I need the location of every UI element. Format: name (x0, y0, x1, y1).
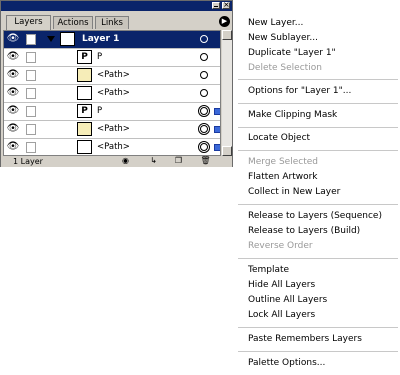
menu-separator (238, 258, 398, 259)
eye-icon[interactable]: 👁 (6, 142, 20, 152)
target-circle-icon[interactable] (200, 71, 208, 79)
palette-titlebar[interactable] (1, 0, 232, 11)
target-circle-icon[interactable] (198, 105, 210, 117)
eye-icon[interactable]: 👁 (6, 70, 20, 80)
item-name[interactable]: <Path> (97, 124, 130, 135)
layer-count: 1 Layer (13, 157, 43, 166)
tab-actions[interactable]: Actions (53, 16, 93, 29)
lock-toggle[interactable] (26, 142, 36, 153)
new-layer-icon[interactable]: ❐ (172, 156, 185, 166)
path-thumbnail (77, 122, 92, 136)
selection-square-icon[interactable] (214, 126, 220, 133)
lock-toggle[interactable] (26, 88, 36, 99)
item-name[interactable]: <Path> (97, 88, 130, 99)
menu-separator (238, 327, 398, 328)
scroll-down-icon[interactable] (222, 146, 232, 156)
layer-row-item[interactable]: 👁 <Path> (4, 121, 220, 139)
item-name[interactable]: <Path> (97, 70, 130, 81)
target-circle-icon[interactable] (198, 123, 210, 135)
layer-row-item[interactable]: 👁 <Path> (4, 67, 220, 85)
layer-row-item[interactable]: 👁 <Path> (4, 139, 220, 155)
menu-separator (238, 103, 398, 104)
menu-item-paste-remembers-layers[interactable]: Paste Remembers Layers (248, 334, 362, 345)
target-circle-icon[interactable] (198, 141, 210, 153)
target-circle-icon[interactable] (200, 53, 208, 61)
scroll-up-icon[interactable] (222, 30, 232, 40)
lock-toggle[interactable] (26, 106, 36, 117)
menu-item-delete-selection[interactable]: Delete Selection (248, 63, 322, 74)
menu-item-reverse-order[interactable]: Reverse Order (248, 241, 313, 252)
menu-item-new-layer[interactable]: New Layer... (248, 18, 303, 29)
eye-icon[interactable]: 👁 (6, 52, 20, 62)
lock-toggle[interactable] (26, 124, 36, 135)
menu-item-merge-selected[interactable]: Merge Selected (248, 157, 318, 168)
eye-icon[interactable]: 👁 (6, 88, 20, 98)
item-name[interactable]: P (97, 52, 102, 63)
palette-flyout-menu: New Layer... New Sublayer... Duplicate "… (235, 7, 400, 375)
path-thumbnail (77, 68, 92, 82)
target-circle-icon[interactable] (200, 89, 208, 97)
layer-row-item[interactable]: 👁 <Path> (4, 85, 220, 103)
triangle-down-icon[interactable] (47, 36, 55, 42)
menu-separator (238, 79, 398, 80)
eye-icon[interactable]: 👁 (6, 106, 20, 116)
palette-footer: 1 Layer ◉ ↳ ❐ 🗑 (1, 156, 232, 167)
menu-item-flatten-artwork[interactable]: Flatten Artwork (248, 172, 318, 183)
lock-toggle[interactable] (26, 70, 36, 81)
text-thumbnail: P (77, 104, 92, 118)
menu-item-template[interactable]: Template (248, 265, 289, 276)
menu-item-release-build[interactable]: Release to Layers (Build) (248, 226, 360, 237)
selection-square-icon[interactable] (214, 108, 220, 115)
menu-item-duplicate-layer[interactable]: Duplicate "Layer 1" (248, 48, 336, 59)
layer-list: 👁 Layer 1 👁 P P 👁 <Path> 👁 <Path> 👁 P P … (3, 30, 221, 156)
trash-icon[interactable]: 🗑 (199, 156, 212, 166)
selection-square-icon[interactable] (214, 144, 220, 151)
lock-toggle[interactable] (26, 52, 36, 63)
lock-toggle[interactable] (26, 34, 36, 45)
layer-row-item[interactable]: 👁 P P (4, 103, 220, 121)
menu-separator (238, 150, 398, 151)
menu-item-lock-all-layers[interactable]: Lock All Layers (248, 310, 315, 321)
menu-item-make-clipping-mask[interactable]: Make Clipping Mask (248, 110, 337, 121)
new-sublayer-icon[interactable]: ↳ (147, 156, 160, 166)
make-clipping-mask-icon[interactable]: ◉ (119, 156, 132, 166)
menu-separator (238, 127, 398, 128)
layer-thumbnail (60, 32, 75, 46)
menu-separator (238, 351, 398, 352)
item-name[interactable]: <Path> (97, 142, 130, 153)
eye-icon[interactable]: 👁 (6, 34, 20, 44)
menu-separator (238, 204, 398, 205)
menu-item-palette-options[interactable]: Palette Options... (248, 358, 325, 369)
palette-menu-arrow-icon[interactable]: ▶ (219, 16, 230, 27)
menu-item-new-sublayer[interactable]: New Sublayer... (248, 33, 318, 44)
item-name[interactable]: P (97, 106, 102, 117)
minimize-icon[interactable] (212, 2, 220, 9)
layer-name[interactable]: Layer 1 (82, 34, 119, 45)
close-icon[interactable] (222, 0, 230, 10)
palette-tabbar: Layers Actions Links ▶ (1, 12, 232, 30)
text-thumbnail: P (77, 50, 92, 64)
eye-icon[interactable]: 👁 (6, 124, 20, 134)
target-circle-icon[interactable] (200, 35, 208, 43)
layer-row-item[interactable]: 👁 P P (4, 49, 220, 67)
menu-item-collect-in-new-layer[interactable]: Collect in New Layer (248, 187, 340, 198)
layer-row-layer-1[interactable]: 👁 Layer 1 (4, 31, 220, 49)
menu-item-hide-all-layers[interactable]: Hide All Layers (248, 280, 315, 291)
menu-item-locate-object[interactable]: Locate Object (248, 133, 310, 144)
path-thumbnail (77, 86, 92, 100)
layers-palette: Layers Actions Links ▶ 👁 Layer 1 👁 P P 👁 (0, 0, 233, 167)
menu-item-outline-all-layers[interactable]: Outline All Layers (248, 295, 327, 306)
scrollbar[interactable] (222, 30, 232, 156)
tab-layers[interactable]: Layers (6, 15, 51, 30)
menu-item-options-for-layer[interactable]: Options for "Layer 1"... (248, 86, 351, 97)
tab-links[interactable]: Links (95, 16, 129, 29)
path-thumbnail (77, 140, 92, 154)
menu-item-release-sequence[interactable]: Release to Layers (Sequence) (248, 211, 382, 222)
